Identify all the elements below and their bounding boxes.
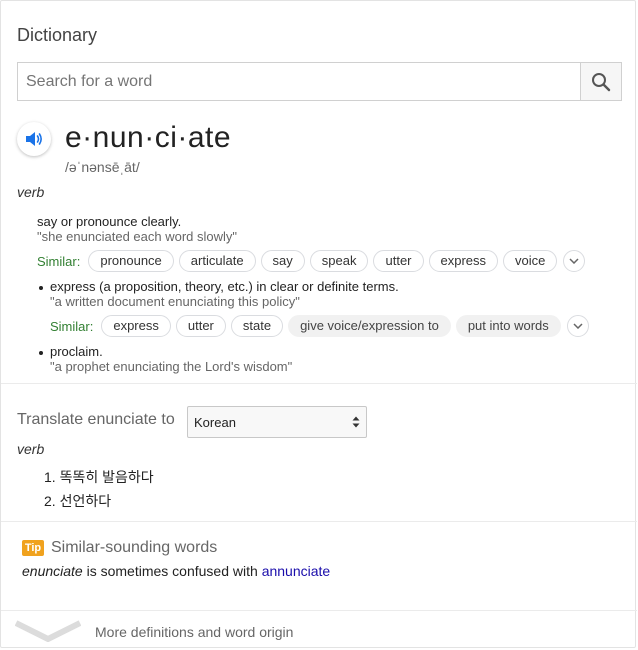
- headword: e·nun·ci·ate: [65, 121, 232, 154]
- example-3: "a prophet enunciating the Lord's wisdom…: [50, 359, 293, 374]
- speaker-icon: [26, 132, 42, 146]
- similar-chip[interactable]: express: [428, 250, 499, 272]
- example-1: "she enunciated each word slowly": [37, 229, 238, 244]
- search-icon: [592, 72, 611, 91]
- part-of-speech: verb: [17, 184, 45, 200]
- similar-label: Similar:: [50, 318, 94, 334]
- example-2: "a written document enunciating this pol…: [50, 294, 300, 309]
- similar-chip[interactable]: state: [230, 315, 284, 337]
- tip-middle-text: is sometimes confused with: [82, 563, 262, 579]
- chevron-down-icon: [15, 620, 81, 642]
- similar-chip[interactable]: give voice/expression to: [288, 315, 451, 337]
- similar-label: Similar:: [37, 253, 81, 269]
- similar-chip[interactable]: put into words: [455, 315, 561, 337]
- similar-row-1: Similar: pronounce articulate say speak …: [37, 249, 586, 273]
- search-box: [17, 62, 622, 101]
- tip-heading: Similar-sounding words: [51, 539, 218, 556]
- translation-item: 1. 똑똑히 발음하다: [44, 469, 154, 485]
- similar-row-2: Similar: express utter state give voice/…: [50, 314, 589, 338]
- language-value: Korean: [194, 415, 236, 430]
- bullet: [39, 286, 43, 290]
- definition-1: say or pronounce clearly.: [37, 214, 182, 229]
- select-arrows-icon: [352, 416, 360, 428]
- bullet: [39, 351, 43, 355]
- search-button[interactable]: [580, 63, 621, 100]
- similar-chip[interactable]: voice: [503, 250, 558, 272]
- tip-word: enunciate: [22, 563, 83, 579]
- expand-similar-button[interactable]: [566, 315, 589, 337]
- dictionary-card: Dictionary e·nun·ci·ate /əˈnənsēˌāt/ ver…: [0, 0, 637, 649]
- similar-chip[interactable]: utter: [373, 250, 424, 272]
- phonetic: /əˈnənsēˌāt/: [65, 159, 140, 175]
- similar-chip[interactable]: utter: [175, 315, 226, 337]
- similar-chip[interactable]: express: [101, 315, 171, 337]
- language-select[interactable]: Korean: [187, 406, 367, 438]
- chevron-down-icon: [569, 258, 579, 264]
- translate-part-of-speech: verb: [17, 441, 45, 457]
- divider: [1, 610, 637, 611]
- more-definitions-label: More definitions and word origin: [95, 624, 294, 640]
- similar-chip[interactable]: say: [260, 250, 305, 272]
- divider: [1, 383, 637, 384]
- pronounce-button[interactable]: [17, 122, 51, 156]
- chevron-down-icon: [573, 323, 583, 329]
- tip-text: enunciate is sometimes confused with ann…: [22, 563, 330, 579]
- definition-3: proclaim.: [50, 344, 103, 359]
- similar-chip[interactable]: pronounce: [88, 250, 174, 272]
- divider: [1, 521, 637, 522]
- card-title: Dictionary: [17, 25, 98, 45]
- translation-item: 2. 선언하다: [44, 493, 112, 509]
- expand-similar-button[interactable]: [563, 250, 586, 272]
- confused-word-link[interactable]: annunciate: [262, 563, 331, 579]
- similar-chip[interactable]: speak: [309, 250, 369, 272]
- search-input[interactable]: [18, 63, 582, 100]
- tip-badge: Tip: [22, 540, 44, 556]
- translate-label: Translate enunciate to: [17, 411, 175, 428]
- more-definitions-button[interactable]: More definitions and word origin: [1, 612, 637, 649]
- similar-chip[interactable]: articulate: [178, 250, 256, 272]
- definition-2: express (a proposition, theory, etc.) in…: [50, 279, 399, 294]
